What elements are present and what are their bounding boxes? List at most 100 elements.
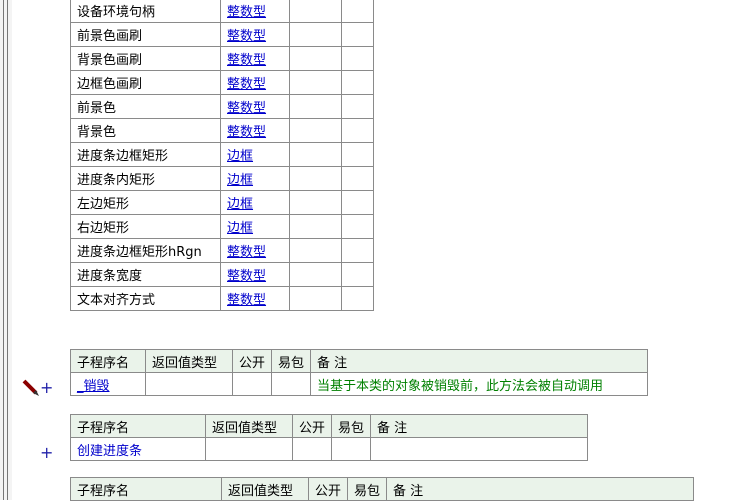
col-subroutine-name: 子程序名	[70, 477, 222, 501]
variable-note[interactable]	[341, 142, 374, 167]
expand-icon[interactable]: +	[40, 378, 53, 397]
variable-name[interactable]: 进度条边框矩形	[70, 142, 221, 167]
subroutine-return-type[interactable]	[205, 437, 293, 461]
variable-note[interactable]	[341, 0, 374, 23]
col-easy-pack: 易包	[331, 414, 371, 438]
col-public: 公开	[308, 477, 348, 501]
variable-note[interactable]	[341, 166, 374, 191]
variable-array[interactable]	[289, 214, 342, 239]
subroutine-name[interactable]: 创建进度条	[70, 437, 206, 461]
variable-note[interactable]	[341, 94, 374, 119]
col-note: 备 注	[310, 349, 648, 373]
col-return-type: 返回值类型	[221, 477, 309, 501]
col-public: 公开	[232, 349, 272, 373]
col-note: 备 注	[370, 414, 588, 438]
variable-type[interactable]: 边框	[220, 166, 290, 191]
col-easy-pack: 易包	[271, 349, 311, 373]
variable-note[interactable]	[341, 214, 374, 239]
variable-row[interactable]: 进度条边框矩形 边框	[70, 142, 374, 167]
variable-type[interactable]: 整数型	[220, 94, 290, 119]
subroutine-note[interactable]	[370, 437, 588, 461]
col-return-type: 返回值类型	[145, 349, 233, 373]
variable-row[interactable]: 背景色 整数型	[70, 118, 374, 143]
variable-name[interactable]: 进度条边框矩形hRgn	[70, 238, 221, 263]
variable-note[interactable]	[341, 262, 374, 287]
variable-row[interactable]: 左边矩形 边框	[70, 190, 374, 215]
subroutine-note[interactable]: 当基于本类的对象被销毁前，此方法会被自动调用	[310, 372, 648, 396]
variable-type[interactable]: 整数型	[220, 286, 290, 311]
subroutine-table: 子程序名 返回值类型 公开 易包 备 注 _销毁 当基于本类的对象被销毁前，此方…	[70, 349, 648, 396]
expand-icon[interactable]: +	[40, 443, 53, 462]
variable-row[interactable]: 前景色画刷 整数型	[70, 22, 374, 47]
col-easy-pack: 易包	[347, 477, 387, 501]
subroutine-table: 子程序名 返回值类型 公开 易包 备 注 创建进度条	[70, 414, 588, 461]
variable-note[interactable]	[341, 286, 374, 311]
gutter-line	[3, 0, 4, 500]
variable-row[interactable]: 背景色画刷 整数型	[70, 46, 374, 71]
variable-name[interactable]: 背景色	[70, 118, 221, 143]
variable-name[interactable]: 右边矩形	[70, 214, 221, 239]
variable-type[interactable]: 整数型	[220, 262, 290, 287]
variable-array[interactable]	[289, 46, 342, 71]
variable-type[interactable]: 整数型	[220, 118, 290, 143]
variable-name[interactable]: 进度条宽度	[70, 262, 221, 287]
variable-row[interactable]: 前景色 整数型	[70, 94, 374, 119]
col-return-type: 返回值类型	[205, 414, 293, 438]
variable-array[interactable]	[289, 190, 342, 215]
variable-note[interactable]	[341, 118, 374, 143]
col-note: 备 注	[386, 477, 694, 501]
subroutine-public[interactable]	[232, 372, 272, 396]
subroutine-public[interactable]	[292, 437, 332, 461]
variable-row[interactable]: 进度条边框矩形hRgn 整数型	[70, 238, 374, 263]
variable-array[interactable]	[289, 22, 342, 47]
variable-array[interactable]	[289, 118, 342, 143]
variable-row[interactable]: 文本对齐方式 整数型	[70, 286, 374, 311]
col-subroutine-name: 子程序名	[70, 349, 146, 373]
subroutine-easy-pack[interactable]	[271, 372, 311, 396]
variable-name[interactable]: 前景色	[70, 94, 221, 119]
col-public: 公开	[292, 414, 332, 438]
gutter-line	[7, 0, 8, 500]
variable-array[interactable]	[289, 238, 342, 263]
variable-array[interactable]	[289, 286, 342, 311]
variable-array[interactable]	[289, 166, 342, 191]
variable-type[interactable]: 边框	[220, 214, 290, 239]
variable-array[interactable]	[289, 0, 342, 23]
variable-type[interactable]: 边框	[220, 142, 290, 167]
class-variables-table: 设备环境句柄 整数型 前景色画刷 整数型 背景色画刷 整数型 边框色画刷 整数型 前景色 整数型背…	[70, 0, 374, 311]
variable-name[interactable]: 左边矩形	[70, 190, 221, 215]
variable-name[interactable]: 文本对齐方式	[70, 286, 221, 311]
editor-gutter	[0, 0, 12, 500]
variable-row[interactable]: 进度条内矩形 边框	[70, 166, 374, 191]
variable-row[interactable]: 边框色画刷 整数型	[70, 70, 374, 95]
variable-note[interactable]	[341, 190, 374, 215]
subroutine-return-type[interactable]	[145, 372, 233, 396]
variable-name[interactable]: 前景色画刷	[70, 22, 221, 47]
variable-note[interactable]	[341, 70, 374, 95]
variable-array[interactable]	[289, 94, 342, 119]
subroutine-name[interactable]: _销毁	[70, 372, 146, 396]
variable-array[interactable]	[289, 262, 342, 287]
variable-name[interactable]: 进度条内矩形	[70, 166, 221, 191]
variable-row[interactable]: 设备环境句柄 整数型	[70, 0, 374, 23]
variable-note[interactable]	[341, 46, 374, 71]
variable-type[interactable]: 边框	[220, 190, 290, 215]
variable-note[interactable]	[341, 22, 374, 47]
col-subroutine-name: 子程序名	[70, 414, 206, 438]
variable-name[interactable]: 背景色画刷	[70, 46, 221, 71]
variable-type[interactable]: 整数型	[220, 46, 290, 71]
variable-note[interactable]	[341, 238, 374, 263]
variable-name[interactable]: 设备环境句柄	[70, 0, 221, 23]
variable-type[interactable]: 整数型	[220, 22, 290, 47]
variable-row[interactable]: 右边矩形 边框	[70, 214, 374, 239]
variable-name[interactable]: 边框色画刷	[70, 70, 221, 95]
variable-type[interactable]: 整数型	[220, 70, 290, 95]
variable-type[interactable]: 整数型	[220, 0, 290, 23]
variable-array[interactable]	[289, 142, 342, 167]
variable-row[interactable]: 进度条宽度 整数型	[70, 262, 374, 287]
subroutine-table: 子程序名 返回值类型 公开 易包 备 注	[70, 477, 694, 501]
variable-type[interactable]: 整数型	[220, 238, 290, 263]
pencil-icon	[22, 379, 39, 396]
variable-array[interactable]	[289, 70, 342, 95]
subroutine-easy-pack[interactable]	[331, 437, 371, 461]
